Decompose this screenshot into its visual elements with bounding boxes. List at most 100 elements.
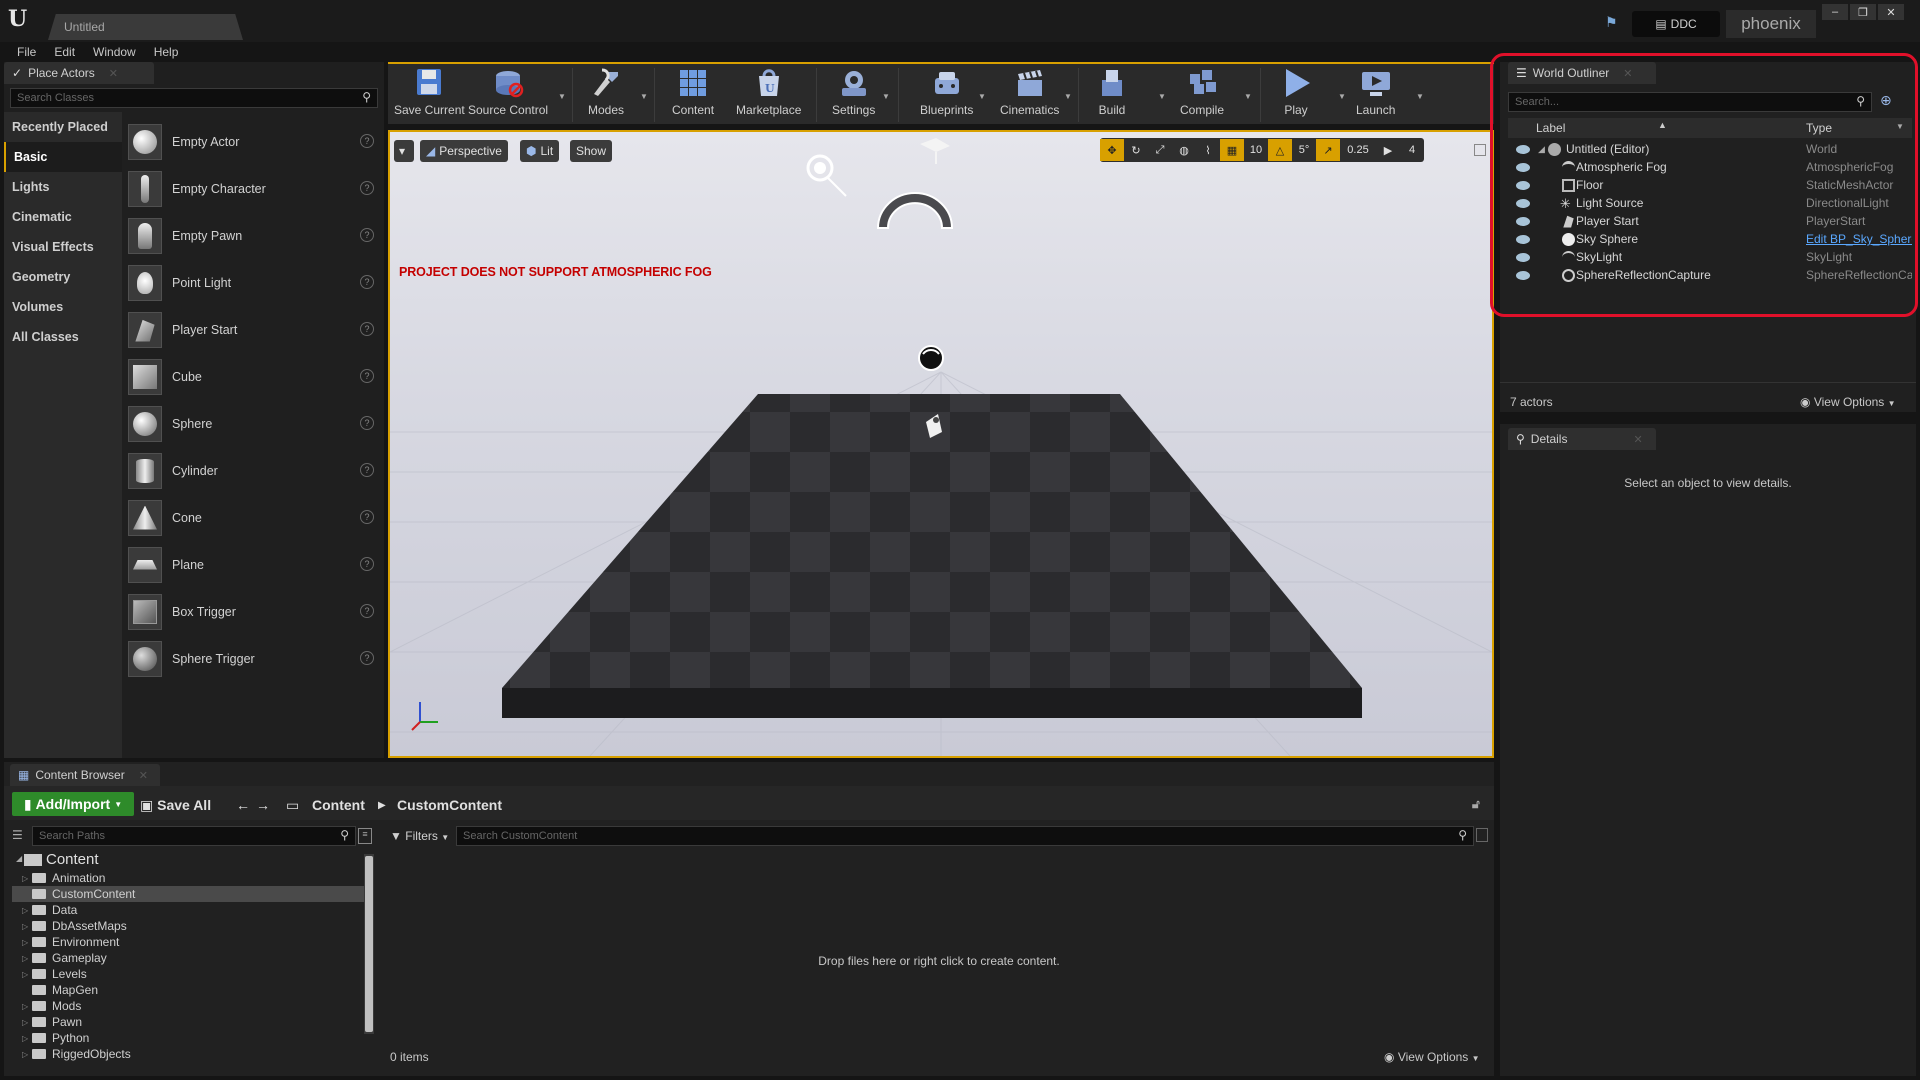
level-tab[interactable]: Untitled xyxy=(48,14,243,40)
expand-arrow-icon[interactable]: ▷ xyxy=(22,954,28,963)
scale-icon[interactable]: ⤢ xyxy=(1148,139,1172,161)
place-actors-tab[interactable]: ✓ Place Actors ✕ xyxy=(4,62,154,84)
folder-tree-scrollbar[interactable] xyxy=(364,854,374,1034)
launch-button[interactable]: Launch xyxy=(1356,66,1395,124)
type-column-header[interactable]: Type xyxy=(1806,121,1832,135)
menu-edit[interactable]: Edit xyxy=(45,42,84,62)
path-view-options-icon[interactable]: ≡ xyxy=(358,828,372,844)
folder-riggedobjects[interactable]: ▷ RiggedObjects xyxy=(12,1046,364,1062)
close-button[interactable]: ✕ xyxy=(1878,4,1904,20)
modes-dropdown-icon[interactable]: ▼ xyxy=(640,92,648,101)
blueprints-button[interactable]: Blueprints xyxy=(920,66,973,124)
folder-environment[interactable]: ▷ Environment xyxy=(12,934,364,950)
viewport-options-button[interactable]: ▾ xyxy=(394,140,414,162)
menu-help[interactable]: Help xyxy=(145,42,188,62)
folder-dbassetmaps[interactable]: ▷ DbAssetMaps xyxy=(12,918,364,934)
search-paths-input[interactable]: Search Paths ⚲ xyxy=(32,826,356,846)
path-root-folder-icon[interactable]: ▭ xyxy=(286,797,299,814)
cinematics-button[interactable]: Cinematics xyxy=(1000,66,1059,124)
compile-button[interactable]: Compile xyxy=(1180,66,1224,124)
launch-dropdown-icon[interactable]: ▼ xyxy=(1416,92,1424,101)
help-icon[interactable]: ? xyxy=(360,416,374,430)
folder-mapgen[interactable]: MapGen xyxy=(12,982,364,998)
outliner-row-floor[interactable]: Floor StaticMeshActor xyxy=(1508,176,1912,194)
lit-button[interactable]: ⬢ Lit xyxy=(520,140,560,162)
folder-gameplay[interactable]: ▷ Gameplay xyxy=(12,950,364,966)
actor-item-cone[interactable]: Cone ? xyxy=(128,494,380,541)
actor-item-box-trigger[interactable]: Box Trigger ? xyxy=(128,588,380,635)
scale-snap-value[interactable]: 0.25 xyxy=(1340,139,1376,161)
source-control-dropdown-icon[interactable]: ▼ xyxy=(558,92,566,101)
cinematics-dropdown-icon[interactable]: ▼ xyxy=(1064,92,1072,101)
save-all-button[interactable]: ▣ Save All xyxy=(140,797,211,814)
actor-item-cylinder[interactable]: Cylinder ? xyxy=(128,447,380,494)
expand-arrow-icon[interactable]: ◢ xyxy=(1538,144,1545,155)
history-back-icon[interactable]: ← xyxy=(236,797,250,813)
folder-data[interactable]: ▷ Data xyxy=(12,902,364,918)
expand-arrow-icon[interactable]: ▷ xyxy=(22,970,28,979)
path-crumb-content[interactable]: Content xyxy=(312,797,365,813)
category-lights[interactable]: Lights xyxy=(4,172,122,202)
expand-arrow-icon[interactable]: ◢ xyxy=(16,854,22,863)
close-tab-icon[interactable]: ✕ xyxy=(1623,67,1632,80)
visibility-eye-icon[interactable] xyxy=(1516,162,1530,172)
add-import-button[interactable]: ▮ Add/Import ▼ xyxy=(12,792,134,816)
visibility-eye-icon[interactable] xyxy=(1516,144,1530,154)
outliner-view-options-button[interactable]: ◉ View Options ▼ xyxy=(1800,395,1896,409)
show-button[interactable]: Show xyxy=(570,140,613,162)
history-forward-icon[interactable]: → xyxy=(256,797,270,813)
help-icon[interactable]: ? xyxy=(360,651,374,665)
actor-item-sphere-trigger[interactable]: Sphere Trigger ? xyxy=(128,635,380,682)
folder-animation[interactable]: ▷ Animation xyxy=(12,870,364,886)
minimize-button[interactable]: – xyxy=(1822,4,1848,20)
save-search-icon[interactable] xyxy=(1476,828,1488,842)
translate-icon[interactable]: ✥ xyxy=(1100,139,1124,161)
rotate-icon[interactable]: ↻ xyxy=(1124,139,1148,161)
expand-arrow-icon[interactable]: ▷ xyxy=(22,922,28,931)
modes-button[interactable]: Modes xyxy=(588,66,624,124)
folder-levels[interactable]: ▷ Levels xyxy=(12,966,364,982)
actor-item-point-light[interactable]: Point Light ? xyxy=(128,259,380,306)
category-volumes[interactable]: Volumes xyxy=(4,292,122,322)
expand-arrow-icon[interactable]: ▷ xyxy=(22,1034,28,1043)
outliner-row-light-source[interactable]: ✳ Light Source DirectionalLight xyxy=(1508,194,1912,212)
actor-item-player-start[interactable]: Player Start ? xyxy=(128,306,380,353)
category-geometry[interactable]: Geometry xyxy=(4,262,122,292)
visibility-eye-icon[interactable] xyxy=(1516,270,1530,280)
sources-toggle-icon[interactable]: ☰ xyxy=(12,828,23,842)
rotation-snap-icon[interactable]: △ xyxy=(1268,139,1292,161)
visibility-eye-icon[interactable] xyxy=(1516,234,1530,244)
help-icon[interactable]: ? xyxy=(360,510,374,524)
close-tab-icon[interactable]: ✕ xyxy=(1633,433,1642,446)
category-recently-placed[interactable]: Recently Placed xyxy=(4,112,122,142)
expand-arrow-icon[interactable]: ▷ xyxy=(22,938,28,947)
outliner-row-player-start[interactable]: Player Start PlayerStart xyxy=(1508,212,1912,230)
actor-item-cube[interactable]: Cube ? xyxy=(128,353,380,400)
settings-dropdown-icon[interactable]: ▼ xyxy=(882,92,890,101)
outliner-row-sky-sphere[interactable]: Sky Sphere Edit BP_Sky_Sphere xyxy=(1508,230,1912,248)
surface-snap-icon[interactable]: ⌇ xyxy=(1196,139,1220,161)
camera-speed-icon[interactable]: ▶ xyxy=(1376,139,1400,161)
maximize-button[interactable]: ❐ xyxy=(1850,4,1876,20)
actor-item-sphere[interactable]: Sphere ? xyxy=(128,400,380,447)
expand-arrow-icon[interactable]: ▷ xyxy=(22,874,28,883)
play-button[interactable]: Play xyxy=(1278,66,1314,124)
create-folder-icon[interactable]: ⊕ xyxy=(1880,92,1902,112)
help-icon[interactable]: ? xyxy=(360,463,374,477)
rotation-snap-value[interactable]: 5° xyxy=(1292,139,1316,161)
search-content-input[interactable]: Search CustomContent ⚲ xyxy=(456,826,1474,846)
folder-pawn[interactable]: ▷ Pawn xyxy=(12,1014,364,1030)
help-icon[interactable]: ? xyxy=(360,322,374,336)
category-visual-effects[interactable]: Visual Effects xyxy=(4,232,122,262)
level-viewport[interactable]: ▾ ◢ Perspective ⬢ Lit Show ✥ ↻ ⤢ ◍ ⌇ ▦ 1… xyxy=(388,130,1494,758)
actor-item-plane[interactable]: Plane ? xyxy=(128,541,380,588)
menu-window[interactable]: Window xyxy=(84,42,145,62)
save-current-button[interactable]: Save Current xyxy=(394,66,465,124)
type-column-dropdown-icon[interactable]: ▼ xyxy=(1896,122,1904,131)
source-control-button[interactable]: Source Control xyxy=(468,66,548,124)
search-classes-input[interactable]: Search Classes ⚲ xyxy=(10,88,378,108)
help-icon[interactable]: ? xyxy=(360,275,374,289)
visibility-eye-icon[interactable] xyxy=(1516,180,1530,190)
camera-speed-value[interactable]: 4 xyxy=(1400,139,1424,161)
visibility-eye-icon[interactable] xyxy=(1516,252,1530,262)
